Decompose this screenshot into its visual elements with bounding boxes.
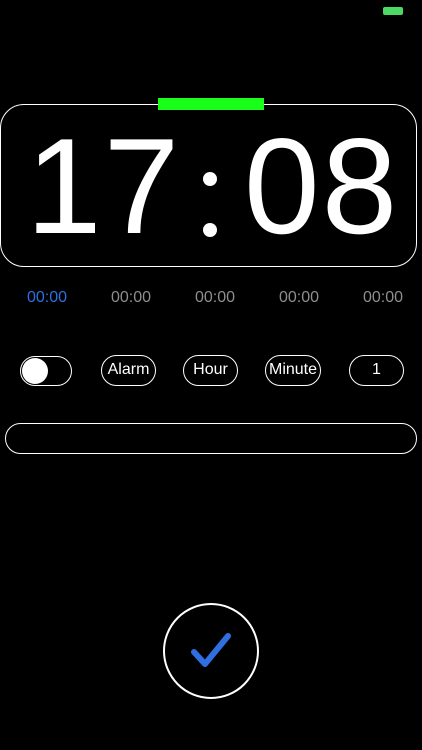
alarm-button[interactable]: Alarm	[101, 355, 156, 386]
battery-icon	[383, 7, 403, 15]
alarm-time-slot-1[interactable]: 00:00	[17, 289, 77, 307]
toggle-knob	[22, 358, 48, 384]
clock-minutes: 08	[244, 110, 400, 262]
clock-colon-top-dot	[203, 172, 217, 186]
checkmark-icon	[191, 633, 231, 667]
alarm-time-slot-5[interactable]: 00:00	[353, 289, 413, 307]
count-button[interactable]: 1	[349, 355, 404, 386]
minute-button[interactable]: Minute	[265, 355, 321, 386]
confirm-button[interactable]	[163, 603, 259, 699]
clock-colon-bottom-dot	[203, 223, 217, 237]
clock-hours: 17	[26, 110, 182, 262]
hour-button[interactable]: Hour	[183, 355, 238, 386]
alarm-time-slot-2[interactable]: 00:00	[101, 289, 161, 307]
alarm-time-slot-3[interactable]: 00:00	[185, 289, 245, 307]
label-input-field[interactable]	[5, 423, 417, 454]
clock-indicator-bar	[158, 98, 264, 110]
alarm-time-list: 00:00 00:00 00:00 00:00 00:00	[0, 289, 422, 309]
alarm-enable-toggle[interactable]	[20, 356, 72, 386]
alarm-time-slot-4[interactable]: 00:00	[269, 289, 329, 307]
